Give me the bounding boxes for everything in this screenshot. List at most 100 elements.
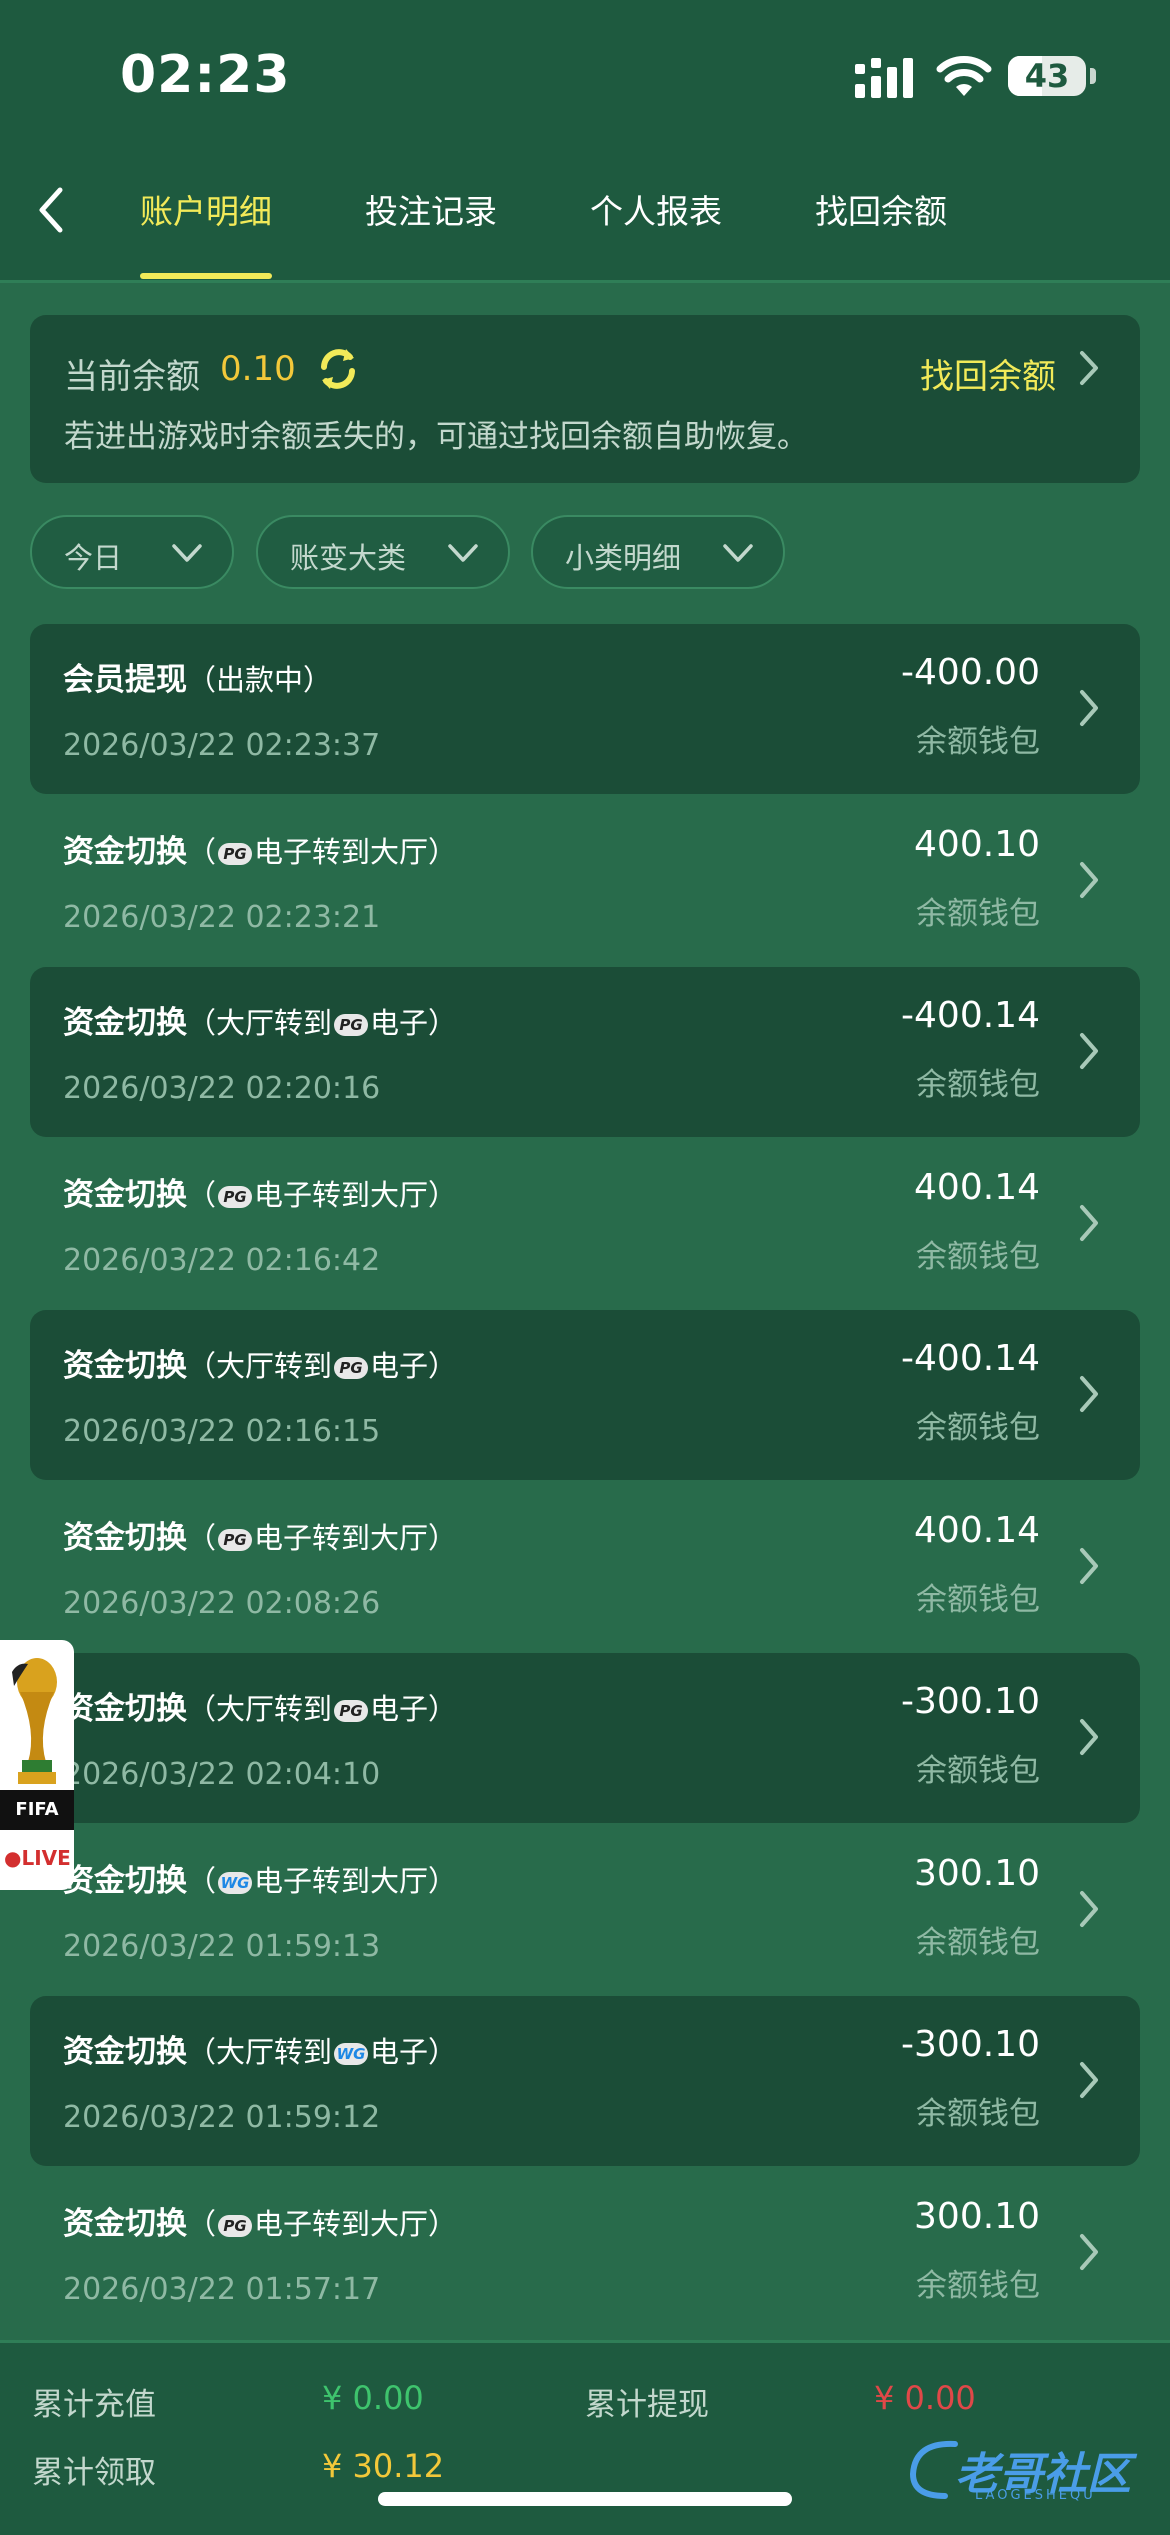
watermark-subtext: LAOGESHEQU [975, 2488, 1096, 2503]
tab-account-details[interactable]: 账户明细 [140, 185, 272, 233]
transaction-title: 资金切换（ PG 电子转到大厅） [63, 1169, 457, 1214]
transaction-detail: （ [187, 1520, 217, 1555]
transaction-row[interactable]: 会员提现（出款中） 2026/03/22 02:23:37 -400.00 余额… [30, 624, 1140, 794]
transaction-title: 资金切换（大厅转到 PG 电子） [63, 1683, 457, 1728]
wifi-icon [936, 56, 992, 96]
filter-subcategory[interactable]: 小类明细 [531, 515, 785, 589]
trophy-icon [12, 1658, 57, 1784]
chevron-down-icon [448, 544, 478, 562]
tab-recover-balance[interactable]: 找回余额 [815, 185, 947, 233]
chevron-right-icon [1080, 1547, 1098, 1584]
chevron-right-icon [1080, 1033, 1098, 1069]
withdraw-total-label: 累计提现 [585, 2387, 709, 2423]
transaction-detail-suffix: 电子转到大厅） [254, 2206, 458, 2241]
battery-tip [1090, 68, 1096, 84]
provider-logo-icon: PG [334, 1014, 369, 1036]
provider-logo-icon: PG [334, 1357, 369, 1379]
deposit-total-label: 累计充值 [32, 2387, 156, 2423]
transaction-wallet: 余额钱包 [916, 724, 1040, 760]
provider-logo-icon: PG [218, 1528, 253, 1551]
chevron-right-icon [1080, 1376, 1098, 1412]
transaction-detail: （大厅转到 [187, 1006, 333, 1040]
balance-hint: 若进出游戏时余额丢失的，可通过找回余额自助恢复。 [64, 419, 808, 455]
transaction-date: 2026/03/22 02:16:15 [63, 1414, 381, 1449]
filter-date-label: 今日 [64, 541, 123, 575]
transaction-detail: （ [187, 834, 217, 869]
transaction-detail: （ [187, 1177, 217, 1212]
tab-personal-report[interactable]: 个人报表 [590, 185, 722, 233]
provider-logo-icon: PG [334, 1700, 369, 1722]
transaction-amount: 300.10 [914, 2195, 1040, 2237]
live-label: ●LIVE [4, 1846, 71, 1870]
transaction-title: 会员提现（出款中） [63, 654, 332, 699]
transaction-row[interactable]: 资金切换（ PG 电子转到大厅） 2026/03/22 02:23:21 400.1… [30, 796, 1140, 966]
transaction-wallet: 余额钱包 [916, 1238, 1040, 1275]
filter-date[interactable]: 今日 [30, 515, 234, 589]
transaction-row[interactable]: 资金切换（ PG 电子转到大厅） 2026/03/22 02:16:42 400.1… [30, 1139, 1140, 1309]
transaction-detail-suffix: 电子转到大厅） [254, 1520, 458, 1555]
fifa-label: FIFA [0, 1790, 74, 1830]
transaction-row[interactable]: 资金切换（ PG 电子转到大厅） 2026/03/22 02:08:26 400.1… [30, 1482, 1140, 1652]
transaction-detail-suffix: 电子转到大厅） [254, 1177, 458, 1212]
transaction-type: 会员提现 [63, 662, 187, 698]
deposit-total-value: ¥ 0.00 [322, 2379, 424, 2417]
chevron-right-icon [1080, 861, 1098, 898]
chevron-down-icon [172, 544, 202, 562]
transaction-date: 2026/03/22 02:08:26 [63, 1585, 381, 1621]
home-indicator[interactable] [378, 2492, 792, 2506]
transaction-amount: -400.00 [901, 652, 1040, 693]
filter-category-label: 账变大类 [290, 541, 407, 575]
provider-logo-icon: PG [218, 2214, 253, 2237]
transaction-title: 资金切换（ PG 电子转到大厅） [63, 1512, 457, 1557]
recover-balance-link[interactable]: 找回余额 [920, 349, 1056, 398]
transaction-amount: 400.10 [914, 823, 1040, 865]
transaction-row[interactable]: 资金切换（ PG 电子转到大厅） 2026/03/22 01:57:17 300.1… [30, 2168, 1140, 2338]
battery-icon: 43 [1008, 56, 1086, 96]
transaction-type: 资金切换 [63, 2034, 187, 2070]
chevron-down-icon [723, 544, 753, 562]
transaction-detail-suffix: 电子转到大厅） [254, 1863, 458, 1898]
transaction-type: 资金切换 [63, 1519, 187, 1556]
transaction-detail: （大厅转到 [187, 1349, 333, 1383]
back-arrow-icon[interactable] [30, 180, 70, 240]
transaction-row[interactable]: 资金切换（大厅转到 PG 电子） 2026/03/22 02:20:16 -400.… [30, 967, 1140, 1137]
transaction-detail-suffix: 电子） [370, 2035, 458, 2069]
tab-bet-records[interactable]: 投注记录 [365, 185, 497, 233]
provider-logo-icon: PG [218, 1185, 253, 1208]
claim-total-value: ¥ 30.12 [322, 2447, 445, 2485]
fifa-live-badge[interactable]: FIFA ●LIVE [0, 1640, 74, 1890]
watermark-logo: 老哥社区 LAOGESHEQU [905, 2430, 1155, 2510]
chevron-right-icon [1080, 2233, 1098, 2270]
chevron-right-icon [1080, 690, 1098, 726]
balance-value: 0.10 [220, 349, 296, 389]
cellular-signal-icon [855, 58, 913, 98]
header: 02:23 43 账户明细 投注记录 个人报表 找回余额 [0, 0, 1170, 283]
refresh-icon[interactable] [310, 341, 366, 397]
withdraw-total-value: ¥ 0.00 [874, 2379, 976, 2417]
transaction-row[interactable]: 资金切换（ WG 电子转到大厅） 2026/03/22 01:59:13 300.1… [30, 1825, 1140, 1995]
transaction-detail: （ [187, 2206, 217, 2241]
chevron-right-icon[interactable] [1074, 345, 1104, 391]
chevron-right-icon [1080, 2062, 1098, 2098]
transaction-row[interactable]: 资金切换（大厅转到 PG 电子） 2026/03/22 02:16:15 -400.… [30, 1310, 1140, 1480]
transaction-wallet: 余额钱包 [916, 1410, 1040, 1446]
provider-logo-icon: WG [218, 1871, 253, 1894]
status-time: 02:23 [120, 45, 291, 105]
transaction-amount: -300.10 [901, 2024, 1040, 2065]
transaction-row[interactable]: 资金切换（大厅转到 WG 电子） 2026/03/22 01:59:12 -300.… [30, 1996, 1140, 2166]
transaction-type: 资金切换 [63, 1348, 187, 1384]
transaction-date: 2026/03/22 01:57:17 [63, 2271, 381, 2307]
transaction-type: 资金切换 [63, 1005, 187, 1041]
transaction-date: 2026/03/22 02:20:16 [63, 1071, 381, 1106]
transaction-wallet: 余额钱包 [916, 1924, 1040, 1961]
transaction-detail: （大厅转到 [187, 2035, 333, 2069]
transaction-row[interactable]: 资金切换（大厅转到 PG 电子） 2026/03/22 02:04:10 -300.… [30, 1653, 1140, 1823]
transaction-title: 资金切换（ PG 电子转到大厅） [63, 2198, 457, 2243]
transaction-wallet: 余额钱包 [916, 1067, 1040, 1103]
transaction-type: 资金切换 [63, 1176, 187, 1213]
filter-category[interactable]: 账变大类 [256, 515, 510, 589]
filter-subcategory-label: 小类明细 [565, 541, 682, 575]
transaction-detail-suffix: 电子） [370, 1006, 458, 1040]
transaction-title: 资金切换（大厅转到 PG 电子） [63, 997, 457, 1042]
transaction-date: 2026/03/22 02:23:37 [63, 728, 381, 763]
